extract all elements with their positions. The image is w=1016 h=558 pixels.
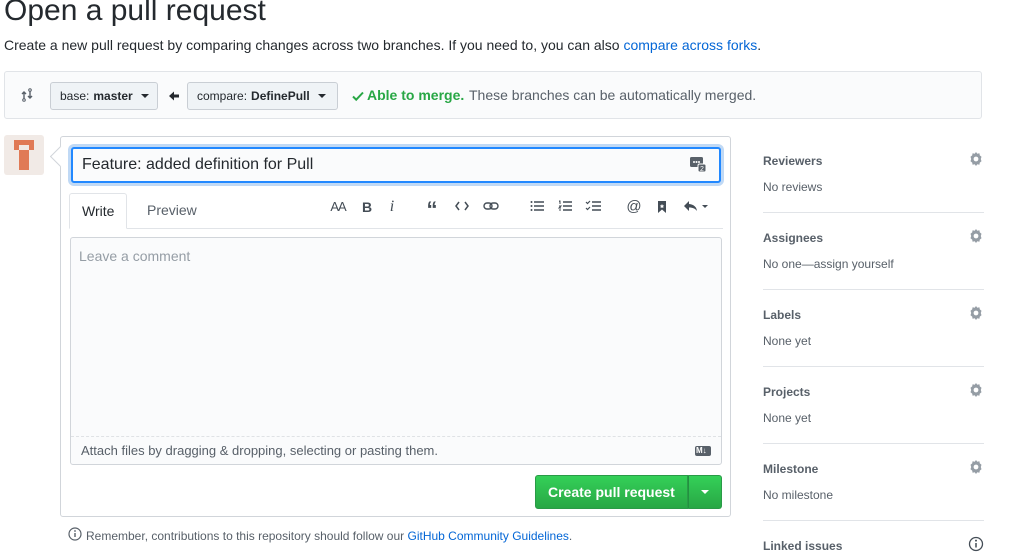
bulleted-list-icon[interactable] [526, 195, 548, 219]
reply-icon[interactable] [681, 195, 711, 219]
sidebar-linked-issues: Linked issues [763, 536, 984, 558]
gear-icon[interactable] [968, 228, 984, 244]
chevron-down-icon [701, 490, 709, 494]
subtitle-end: . [757, 37, 762, 53]
task-list-icon[interactable] [582, 195, 604, 219]
bold-icon[interactable]: B [356, 195, 378, 219]
base-prefix: base: [60, 89, 90, 103]
quote-icon[interactable]: “ [421, 195, 443, 222]
link-icon[interactable] [480, 195, 502, 219]
page-subtitle: Create a new pull request by comparing c… [4, 37, 761, 53]
sidebar-heading: Labels [763, 308, 802, 322]
pull-request-form: 2 Write Preview AA B i “ @ Attach files … [60, 136, 731, 517]
text-size-icon[interactable]: AA [327, 195, 349, 219]
community-guidelines-link[interactable]: GitHub Community Guidelines [408, 529, 569, 543]
sidebar-labels: Labels None yet [763, 305, 984, 368]
compare-prefix: compare: [197, 89, 248, 103]
merge-message: These branches can be automatically merg… [469, 87, 757, 103]
create-pull-request-button[interactable]: Create pull request [535, 475, 688, 509]
italic-icon[interactable]: i [381, 195, 403, 219]
gear-icon[interactable] [968, 459, 984, 475]
page-title: Open a pull request [4, 0, 266, 27]
avatar[interactable] [4, 135, 44, 175]
compare-branch-name: DefinePull [251, 89, 310, 103]
svg-text:2: 2 [700, 166, 704, 173]
gear-icon[interactable] [968, 382, 984, 398]
sidebar-assignees: Assignees No one—assign yourself [763, 228, 984, 291]
sidebar-heading: Reviewers [763, 154, 823, 168]
check-icon [351, 89, 365, 103]
sidebar-divider [763, 212, 984, 213]
tab-write[interactable]: Write [69, 193, 128, 229]
gear-icon[interactable] [968, 305, 984, 321]
compare-branch-select[interactable]: compare: DefinePull [187, 82, 338, 110]
sidebar-value: No reviews [763, 180, 823, 194]
sidebar-value: None yet [763, 334, 812, 348]
saved-replies-icon[interactable]: 2 [689, 155, 707, 173]
guidelines-text: Remember, contributions to this reposito… [86, 528, 408, 543]
info-icon [68, 527, 82, 544]
tab-preview[interactable]: Preview [135, 193, 209, 229]
branch-compare-bar: base: master compare: DefinePull Able to… [4, 71, 982, 119]
create-options-dropdown[interactable] [688, 475, 722, 509]
comment-editor: Attach files by dragging & dropping, sel… [70, 237, 722, 465]
mention-icon[interactable]: @ [623, 195, 645, 219]
attach-files-text: Attach files by dragging & dropping, sel… [81, 443, 438, 458]
saved-reply-icon[interactable] [651, 195, 673, 219]
sidebar-divider [763, 443, 984, 444]
sidebar-heading: Projects [763, 385, 811, 399]
sidebar-projects: Projects None yet [763, 382, 984, 445]
gear-icon[interactable] [968, 151, 984, 167]
sidebar-value: None yet [763, 411, 812, 425]
sidebar-reviewers: Reviewers No reviews [763, 151, 984, 214]
arrow-left-icon [168, 89, 180, 101]
sidebar-heading: Assignees [763, 231, 824, 245]
info-icon[interactable] [968, 536, 984, 552]
sidebar-heading: Linked issues [763, 539, 843, 553]
guidelines-end: . [568, 528, 573, 543]
guidelines-note: Remember, contributions to this reposito… [68, 527, 572, 544]
chevron-down-icon [317, 94, 326, 98]
sidebar-milestone: Milestone No milestone [763, 459, 984, 522]
compare-forks-link[interactable]: compare across forks [623, 37, 757, 53]
sidebar-divider [763, 289, 984, 290]
markdown-icon[interactable] [695, 445, 711, 457]
attach-files-bar[interactable]: Attach files by dragging & dropping, sel… [71, 436, 721, 464]
numbered-list-icon[interactable] [554, 195, 576, 219]
sidebar-divider [763, 520, 984, 521]
git-compare-icon [19, 87, 35, 103]
sidebar-value: No milestone [763, 488, 834, 502]
sidebar-divider [763, 366, 984, 367]
subtitle-text: Create a new pull request by comparing c… [4, 37, 624, 53]
chevron-down-icon [140, 94, 149, 98]
code-icon[interactable] [451, 195, 473, 219]
sidebar-heading: Milestone [763, 462, 819, 476]
sidebar-value[interactable]: No one—assign yourself [763, 257, 894, 271]
comment-textarea[interactable] [71, 238, 721, 436]
base-branch-select[interactable]: base: master [50, 82, 158, 110]
pr-title-input[interactable] [71, 147, 721, 183]
merge-status: Able to merge. [367, 87, 465, 103]
base-branch-name: master [93, 89, 133, 103]
